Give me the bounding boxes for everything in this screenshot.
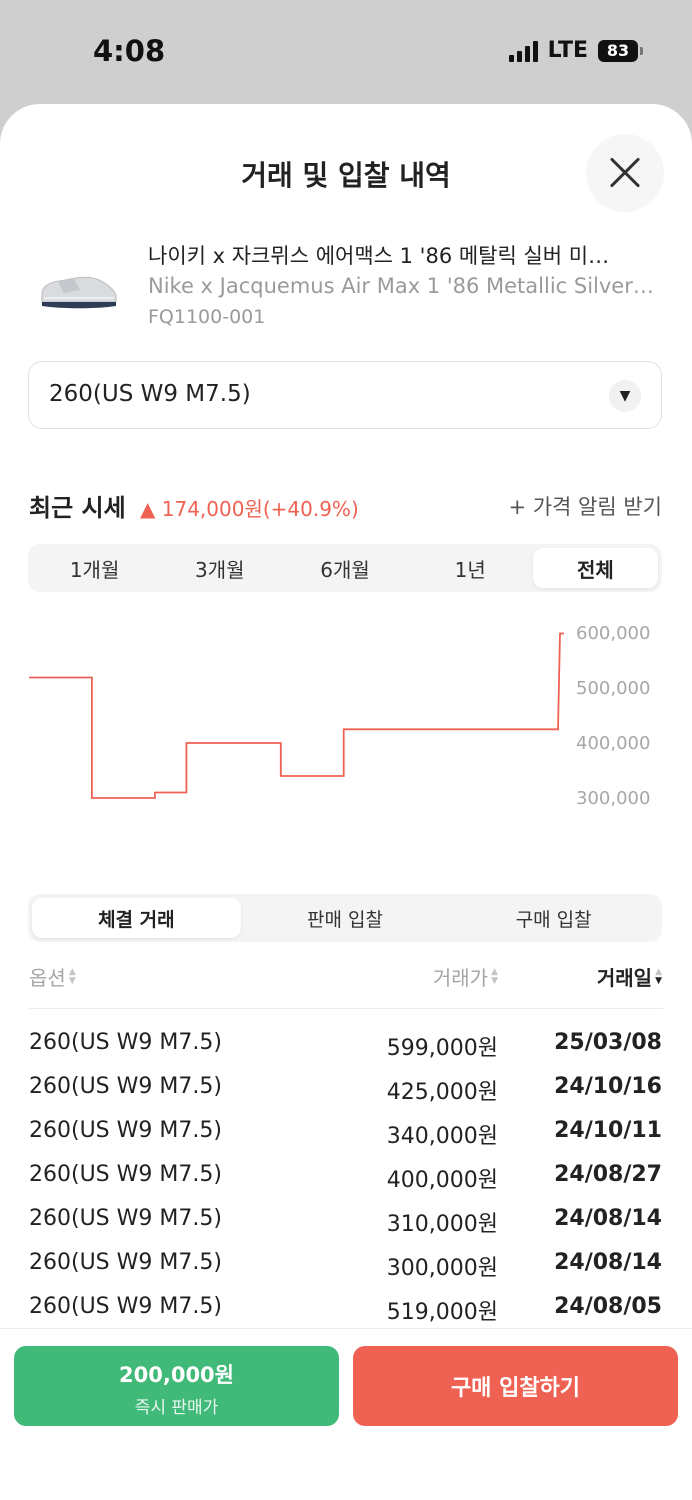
row-price: 340,000원 bbox=[386, 1124, 498, 1149]
row-date: 24/08/14 bbox=[554, 1206, 662, 1231]
row-date: 24/08/05 bbox=[554, 1294, 662, 1319]
tab-3-months[interactable]: 3개월 bbox=[157, 548, 282, 588]
table-row: 260(US W9 M7.5) 300,000원 24/08/14 bbox=[0, 1244, 692, 1288]
sort-icon: ▲ ▼ bbox=[68, 966, 76, 986]
product-name-en: Nike x Jacquemus Air Max 1 '86 Metallic … bbox=[148, 274, 654, 298]
trade-list: 260(US W9 M7.5) 599,000원 25/03/08 260(US… bbox=[0, 1024, 692, 1332]
column-header-price-label: 거래가 bbox=[432, 966, 489, 990]
row-date: 24/10/11 bbox=[554, 1118, 662, 1143]
row-price: 310,000원 bbox=[386, 1212, 498, 1237]
status-time: 4:08 bbox=[93, 34, 166, 68]
divider bbox=[29, 1008, 663, 1009]
row-option: 260(US W9 M7.5) bbox=[29, 1162, 222, 1187]
row-option: 260(US W9 M7.5) bbox=[29, 1074, 222, 1099]
chevron-down-icon: ▼ bbox=[609, 380, 641, 412]
sell-price: 200,000원 bbox=[119, 1363, 234, 1387]
row-option: 260(US W9 M7.5) bbox=[29, 1294, 222, 1319]
table-row: 260(US W9 M7.5) 340,000원 24/10/11 bbox=[0, 1112, 692, 1156]
row-price: 300,000원 bbox=[386, 1256, 498, 1281]
network-type: LTE bbox=[547, 38, 588, 63]
row-price: 519,000원 bbox=[386, 1300, 498, 1325]
y-tick-label: 500,000 bbox=[576, 678, 650, 699]
sell-label: 즉시 판매가 bbox=[134, 1398, 219, 1418]
status-indicators: LTE 83 bbox=[508, 38, 643, 63]
tab-6-months[interactable]: 6개월 bbox=[282, 548, 407, 588]
tab-completed-trades[interactable]: 체결 거래 bbox=[32, 898, 241, 938]
trade-history-sheet: 거래 및 입찰 내역 나이키 x 자크뮈스 에어맥스 1 '86 메탈릭 실버 … bbox=[0, 104, 692, 1500]
column-header-price[interactable]: 거래가 ▲ ▼ bbox=[433, 962, 498, 991]
column-header-option[interactable]: 옵션 ▲ ▼ bbox=[29, 962, 76, 991]
price-chart: 600,000 500,000 400,000 300,000 bbox=[29, 623, 650, 809]
status-bar: 4:08 LTE 83 bbox=[0, 0, 692, 104]
table-row: 260(US W9 M7.5) 519,000원 24/08/05 bbox=[0, 1288, 692, 1332]
row-option: 260(US W9 M7.5) bbox=[29, 1118, 222, 1143]
price-change: ▲ 174,000원(+40.9%) bbox=[140, 497, 359, 521]
row-date: 24/08/14 bbox=[554, 1250, 662, 1275]
column-header-option-label: 옵션 bbox=[29, 966, 66, 990]
row-option: 260(US W9 M7.5) bbox=[29, 1250, 222, 1275]
price-alert-button[interactable]: + 가격 알림 받기 bbox=[508, 491, 662, 521]
table-row: 260(US W9 M7.5) 599,000원 25/03/08 bbox=[0, 1024, 692, 1068]
tab-all[interactable]: 전체 bbox=[532, 548, 659, 588]
y-tick-label: 600,000 bbox=[576, 623, 650, 644]
close-button[interactable] bbox=[586, 134, 664, 212]
sort-icon: ▲ ▼ bbox=[491, 966, 498, 986]
y-tick-label: 300,000 bbox=[576, 788, 650, 809]
row-price: 599,000원 bbox=[386, 1036, 498, 1061]
signal-icon bbox=[508, 40, 538, 62]
row-date: 24/08/27 bbox=[554, 1162, 662, 1187]
row-option: 260(US W9 M7.5) bbox=[29, 1206, 222, 1231]
table-row: 260(US W9 M7.5) 425,000원 24/10/16 bbox=[0, 1068, 692, 1112]
battery-icon: 83 bbox=[598, 39, 643, 62]
size-value: 260(US W9 M7.5) bbox=[49, 381, 251, 407]
sort-descending-icon: ▲ ▼ bbox=[655, 966, 662, 986]
column-header-date[interactable]: 거래일 ▲ ▼ bbox=[597, 962, 662, 991]
y-tick-label: 400,000 bbox=[576, 733, 650, 754]
price-line bbox=[29, 632, 564, 799]
table-row: 260(US W9 M7.5) 400,000원 24/08/27 bbox=[0, 1156, 692, 1200]
tab-1-year[interactable]: 1년 bbox=[408, 548, 533, 588]
buy-bid-button[interactable]: 구매 입찰하기 bbox=[353, 1346, 678, 1426]
row-date: 24/10/16 bbox=[554, 1074, 662, 1099]
product-image bbox=[41, 276, 117, 309]
column-header-date-label: 거래일 bbox=[596, 966, 653, 990]
tab-sell-bids[interactable]: 판매 입찰 bbox=[241, 898, 450, 938]
size-dropdown[interactable]: 260(US W9 M7.5) ▼ bbox=[28, 361, 662, 429]
period-tabs: 1개월 3개월 6개월 1년 전체 bbox=[28, 544, 662, 592]
market-price-title: 최근 시세 bbox=[29, 494, 126, 522]
product-name-ko: 나이키 x 자크뮈스 에어맥스 1 '86 메탈릭 실버 미… bbox=[148, 244, 610, 268]
row-option: 260(US W9 M7.5) bbox=[29, 1030, 222, 1055]
row-date: 25/03/08 bbox=[554, 1030, 662, 1055]
row-price: 400,000원 bbox=[386, 1168, 498, 1193]
product-model-number: FQ1100-001 bbox=[148, 306, 266, 328]
bottom-action-bar: 200,000원 즉시 판매가 구매 입찰하기 bbox=[0, 1328, 692, 1500]
trade-tabs: 체결 거래 판매 입찰 구매 입찰 bbox=[28, 894, 662, 942]
tab-buy-bids[interactable]: 구매 입찰 bbox=[449, 898, 658, 938]
table-row: 260(US W9 M7.5) 310,000원 24/08/14 bbox=[0, 1200, 692, 1244]
tab-1-month[interactable]: 1개월 bbox=[32, 548, 157, 588]
row-price: 425,000원 bbox=[386, 1080, 498, 1105]
instant-sell-button[interactable]: 200,000원 즉시 판매가 bbox=[14, 1346, 339, 1426]
